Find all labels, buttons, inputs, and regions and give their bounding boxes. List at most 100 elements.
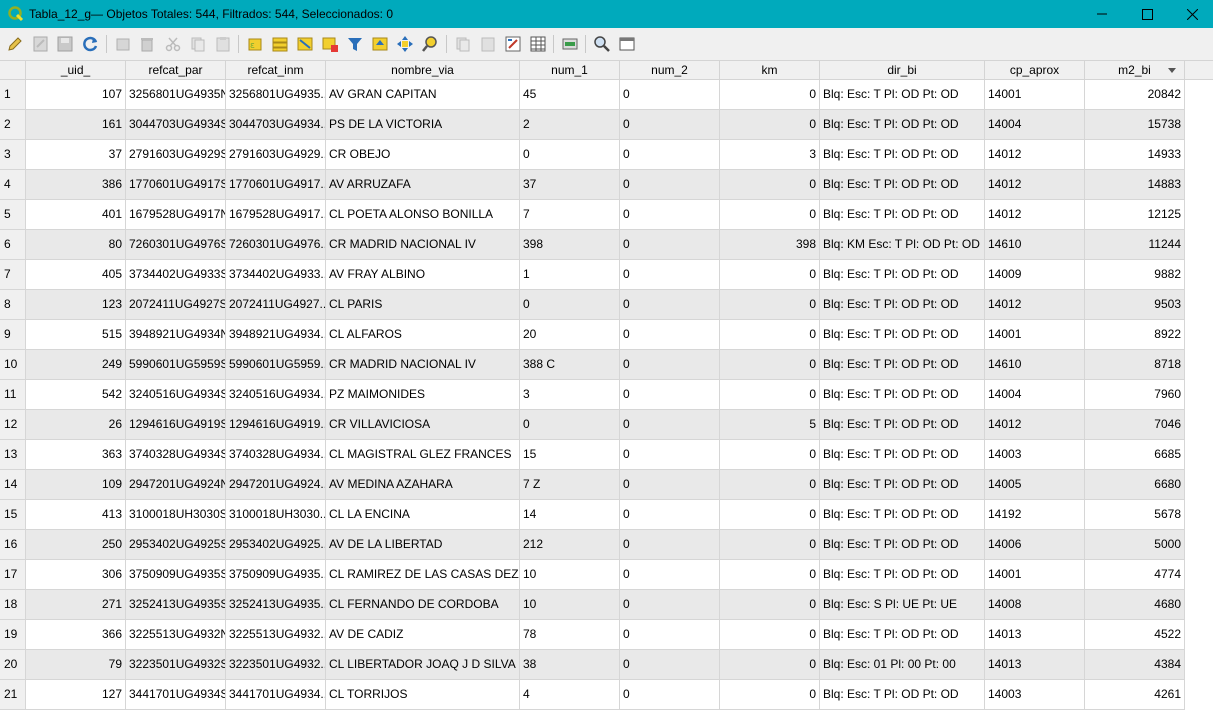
cell-num-1[interactable]: 45: [520, 80, 620, 110]
cell-refcat-par[interactable]: 3740328UG4934S: [126, 440, 226, 470]
cell-km[interactable]: 0: [720, 320, 820, 350]
row-header[interactable]: 20: [0, 650, 26, 680]
cell-refcat-inm[interactable]: 3044703UG4934...: [226, 110, 326, 140]
cell-nombre-via[interactable]: CR MADRID NACIONAL IV: [326, 350, 520, 380]
column-header-cp-aprox[interactable]: cp_aprox: [985, 60, 1085, 80]
cell-refcat-inm[interactable]: 3225513UG4932...: [226, 620, 326, 650]
cell-uid[interactable]: 271: [26, 590, 126, 620]
table-row[interactable]: 18 271 3252413UG4935S 3252413UG4935... CL FE…: [0, 590, 1185, 620]
cell-km[interactable]: 0: [720, 200, 820, 230]
cell-m2-bi[interactable]: 20842: [1085, 80, 1185, 110]
maximize-button[interactable]: [1124, 0, 1170, 28]
cell-cp-aprox[interactable]: 14610: [985, 350, 1085, 380]
cell-refcat-par[interactable]: 3750909UG4935S: [126, 560, 226, 590]
cell-uid[interactable]: 109: [26, 470, 126, 500]
cell-num-1[interactable]: 0: [520, 290, 620, 320]
invert-selection-icon[interactable]: [296, 35, 314, 53]
cell-dir-bi[interactable]: Blq: Esc: T Pl: OD Pt: OD: [820, 260, 985, 290]
cell-dir-bi[interactable]: Blq: Esc: T Pl: OD Pt: OD: [820, 410, 985, 440]
cell-refcat-inm[interactable]: 2791603UG4929...: [226, 140, 326, 170]
cell-cp-aprox[interactable]: 14001: [985, 80, 1085, 110]
cell-cp-aprox[interactable]: 14012: [985, 290, 1085, 320]
cell-m2-bi[interactable]: 14933: [1085, 140, 1185, 170]
table-row[interactable]: 8 123 2072411UG4927S 2072411UG4927... CL PAR…: [0, 290, 1185, 320]
cell-num-2[interactable]: 0: [620, 200, 720, 230]
cell-km[interactable]: 0: [720, 560, 820, 590]
cell-refcat-par[interactable]: 3256801UG4935N: [126, 80, 226, 110]
cell-cp-aprox[interactable]: 14003: [985, 680, 1085, 710]
cell-km[interactable]: 0: [720, 80, 820, 110]
cell-uid[interactable]: 249: [26, 350, 126, 380]
close-button[interactable]: [1169, 0, 1213, 28]
deselect-icon[interactable]: [321, 35, 339, 53]
cell-num-1[interactable]: 2: [520, 110, 620, 140]
cell-m2-bi[interactable]: 14883: [1085, 170, 1185, 200]
cell-m2-bi[interactable]: 9503: [1085, 290, 1185, 320]
cell-dir-bi[interactable]: Blq: KM Esc: T Pl: OD Pt: OD: [820, 230, 985, 260]
cell-nombre-via[interactable]: CL LA ENCINA: [326, 500, 520, 530]
cell-uid[interactable]: 80: [26, 230, 126, 260]
save-edits-icon[interactable]: [32, 35, 50, 53]
cell-num-2[interactable]: 0: [620, 440, 720, 470]
cell-refcat-inm[interactable]: 3441701UG4934...: [226, 680, 326, 710]
row-header[interactable]: 9: [0, 320, 26, 350]
refresh-icon[interactable]: [82, 35, 100, 53]
row-header[interactable]: 3: [0, 140, 26, 170]
cell-refcat-inm[interactable]: 3948921UG4934...: [226, 320, 326, 350]
cell-m2-bi[interactable]: 6680: [1085, 470, 1185, 500]
row-header[interactable]: 15: [0, 500, 26, 530]
cell-dir-bi[interactable]: Blq: Esc: T Pl: OD Pt: OD: [820, 110, 985, 140]
cell-km[interactable]: 0: [720, 650, 820, 680]
cell-uid[interactable]: 306: [26, 560, 126, 590]
cell-nombre-via[interactable]: AV DE LA LIBERTAD: [326, 530, 520, 560]
minimize-button[interactable]: [1079, 0, 1125, 28]
cell-m2-bi[interactable]: 9882: [1085, 260, 1185, 290]
cell-nombre-via[interactable]: CR VILLAVICIOSA: [326, 410, 520, 440]
cell-refcat-par[interactable]: 2791603UG4929S: [126, 140, 226, 170]
row-header[interactable]: 19: [0, 620, 26, 650]
cell-num-2[interactable]: 0: [620, 650, 720, 680]
row-header[interactable]: 5: [0, 200, 26, 230]
cell-refcat-inm[interactable]: 2953402UG4925...: [226, 530, 326, 560]
cell-nombre-via[interactable]: PZ MAIMONIDES: [326, 380, 520, 410]
column-header-km[interactable]: km: [720, 60, 820, 80]
column-header-num-2[interactable]: num_2: [620, 60, 720, 80]
cell-uid[interactable]: 26: [26, 410, 126, 440]
cell-refcat-inm[interactable]: 7260301UG4976...: [226, 230, 326, 260]
cell-num-1[interactable]: 0: [520, 140, 620, 170]
cell-km[interactable]: 0: [720, 500, 820, 530]
cell-dir-bi[interactable]: Blq: Esc: T Pl: OD Pt: OD: [820, 140, 985, 170]
cell-m2-bi[interactable]: 4261: [1085, 680, 1185, 710]
cell-num-2[interactable]: 0: [620, 560, 720, 590]
cell-uid[interactable]: 413: [26, 500, 126, 530]
cell-num-1[interactable]: 10: [520, 590, 620, 620]
table-row[interactable]: 15 413 3100018UH3030S 3100018UH3030... CL LA…: [0, 500, 1185, 530]
cell-refcat-par[interactable]: 1294616UG4919S: [126, 410, 226, 440]
table-row[interactable]: 10 249 5990601UG5959S 5990601UG5959... CR MA…: [0, 350, 1185, 380]
table-row[interactable]: 1 107 3256801UG4935N 3256801UG4935... AV GRA…: [0, 80, 1185, 110]
filter-icon[interactable]: [346, 35, 364, 53]
cell-num-2[interactable]: 0: [620, 260, 720, 290]
cell-uid[interactable]: 401: [26, 200, 126, 230]
cell-dir-bi[interactable]: Blq: Esc: T Pl: OD Pt: OD: [820, 170, 985, 200]
cell-refcat-par[interactable]: 3734402UG4933S: [126, 260, 226, 290]
cell-num-2[interactable]: 0: [620, 530, 720, 560]
cell-num-2[interactable]: 0: [620, 230, 720, 260]
table-row[interactable]: 7 405 3734402UG4933S 3734402UG4933... AV FRA…: [0, 260, 1185, 290]
cell-refcat-inm[interactable]: 5990601UG5959...: [226, 350, 326, 380]
cell-m2-bi[interactable]: 4680: [1085, 590, 1185, 620]
cell-m2-bi[interactable]: 5000: [1085, 530, 1185, 560]
cell-refcat-inm[interactable]: 2947201UG4924...: [226, 470, 326, 500]
cell-km[interactable]: 0: [720, 260, 820, 290]
cell-refcat-inm[interactable]: 3252413UG4935...: [226, 590, 326, 620]
cell-num-2[interactable]: 0: [620, 80, 720, 110]
cell-refcat-par[interactable]: 1679528UG4917N: [126, 200, 226, 230]
cell-refcat-inm[interactable]: 1294616UG4919...: [226, 410, 326, 440]
cell-km[interactable]: 0: [720, 440, 820, 470]
cell-km[interactable]: 5: [720, 410, 820, 440]
cut-icon[interactable]: [164, 35, 182, 53]
cell-nombre-via[interactable]: CL PARIS: [326, 290, 520, 320]
row-header[interactable]: 12: [0, 410, 26, 440]
cell-m2-bi[interactable]: 11244: [1085, 230, 1185, 260]
cell-dir-bi[interactable]: Blq: Esc: T Pl: OD Pt: OD: [820, 80, 985, 110]
